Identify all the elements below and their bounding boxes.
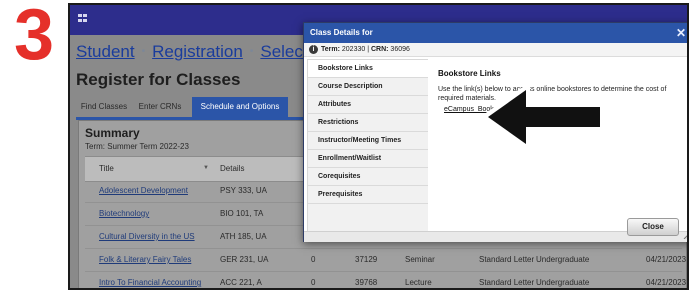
course-level: Undergraduate	[536, 255, 590, 264]
course-hours: 0	[311, 255, 316, 264]
nav-attributes[interactable]: Attributes	[308, 96, 429, 114]
dialog-title-bar[interactable]: Class Details for ✕	[304, 23, 687, 43]
course-title-link[interactable]: Intro To Financial Accounting	[99, 272, 201, 288]
breadcrumb-registration[interactable]: Registration	[152, 42, 243, 61]
arrow-left-icon	[480, 82, 604, 152]
table-row: Folk & Literary Fairy Tales GER 231, UA …	[85, 249, 686, 272]
summary-term: Term: Summer Term 2022-23	[85, 142, 189, 151]
term-label: Term:	[321, 46, 340, 53]
details-nav: Bookstore Links Course Description Attri…	[307, 59, 430, 233]
nav-bookstore-links[interactable]: Bookstore Links	[308, 60, 429, 78]
course-hours: 0	[311, 278, 316, 287]
step-number: 3	[13, 0, 54, 75]
sort-arrow-icon[interactable]: ▼	[203, 157, 209, 179]
course-details: ATH 185, UA	[220, 232, 267, 241]
course-date: 04/21/2023	[646, 278, 687, 287]
column-header-details[interactable]: Details	[220, 157, 244, 181]
nav-restrictions[interactable]: Restrictions	[308, 114, 429, 132]
course-date: 04/21/2023	[646, 255, 687, 264]
tab-schedule-and-options[interactable]: Schedule and Options	[192, 97, 288, 117]
nav-corequisites[interactable]: Corequisites	[308, 168, 429, 186]
column-header-title[interactable]: Title	[99, 157, 114, 181]
course-details: BIO 101, TA	[220, 209, 264, 218]
term-value: 202330	[341, 46, 366, 53]
breadcrumb-separator: •	[249, 46, 254, 57]
breadcrumb-separator: •	[141, 46, 146, 57]
course-level: Undergraduate	[536, 278, 590, 287]
summary-title: Summary	[85, 126, 140, 140]
course-grade-mode: Standard Letter	[479, 278, 535, 287]
table-row: Intro To Financial Accounting ACC 221, A…	[85, 272, 686, 288]
info-icon: i	[309, 45, 318, 54]
close-icon[interactable]: ✕	[676, 23, 686, 43]
nav-course-description[interactable]: Course Description	[308, 78, 429, 96]
tab-find-classes[interactable]: Find Classes	[76, 97, 132, 117]
grid-icon[interactable]	[78, 14, 90, 24]
crn-label: CRN:	[370, 46, 389, 53]
nav-prerequisites[interactable]: Prerequisites	[308, 186, 429, 204]
page-title: Register for Classes	[76, 70, 241, 89]
crn-value: 36096	[390, 46, 410, 53]
course-details: ACC 221, A	[220, 278, 262, 287]
content-heading: Bookstore Links	[438, 69, 501, 78]
course-crn: 37129	[355, 255, 378, 264]
course-title-link[interactable]: Folk & Literary Fairy Tales	[99, 249, 191, 271]
course-schedule-type: Lecture	[405, 278, 432, 287]
close-button[interactable]: Close	[627, 218, 679, 236]
course-crn: 39768	[355, 278, 378, 287]
breadcrumb-student[interactable]: Student	[76, 42, 135, 61]
tab-enter-crns[interactable]: Enter CRNs	[132, 97, 188, 117]
course-title-link[interactable]: Adolescent Development	[99, 180, 188, 202]
course-details: PSY 333, UA	[220, 186, 267, 195]
course-schedule-type: Seminar	[405, 255, 435, 264]
nav-enrollment-waitlist[interactable]: Enrollment/Waitlist	[308, 150, 429, 168]
course-grade-mode: Standard Letter	[479, 255, 535, 264]
course-title-link[interactable]: Cultural Diversity in the US	[99, 226, 195, 248]
resize-grip-icon[interactable]	[683, 232, 689, 239]
term-crn-bar: i Term: 202330 | CRN: 36096	[304, 43, 687, 57]
course-details: GER 231, UA	[220, 255, 269, 264]
course-title-link[interactable]: Biotechnology	[99, 203, 149, 225]
nav-instructor-meeting-times[interactable]: Instructor/Meeting Times	[308, 132, 429, 150]
dialog-title: Class Details for	[310, 28, 373, 37]
